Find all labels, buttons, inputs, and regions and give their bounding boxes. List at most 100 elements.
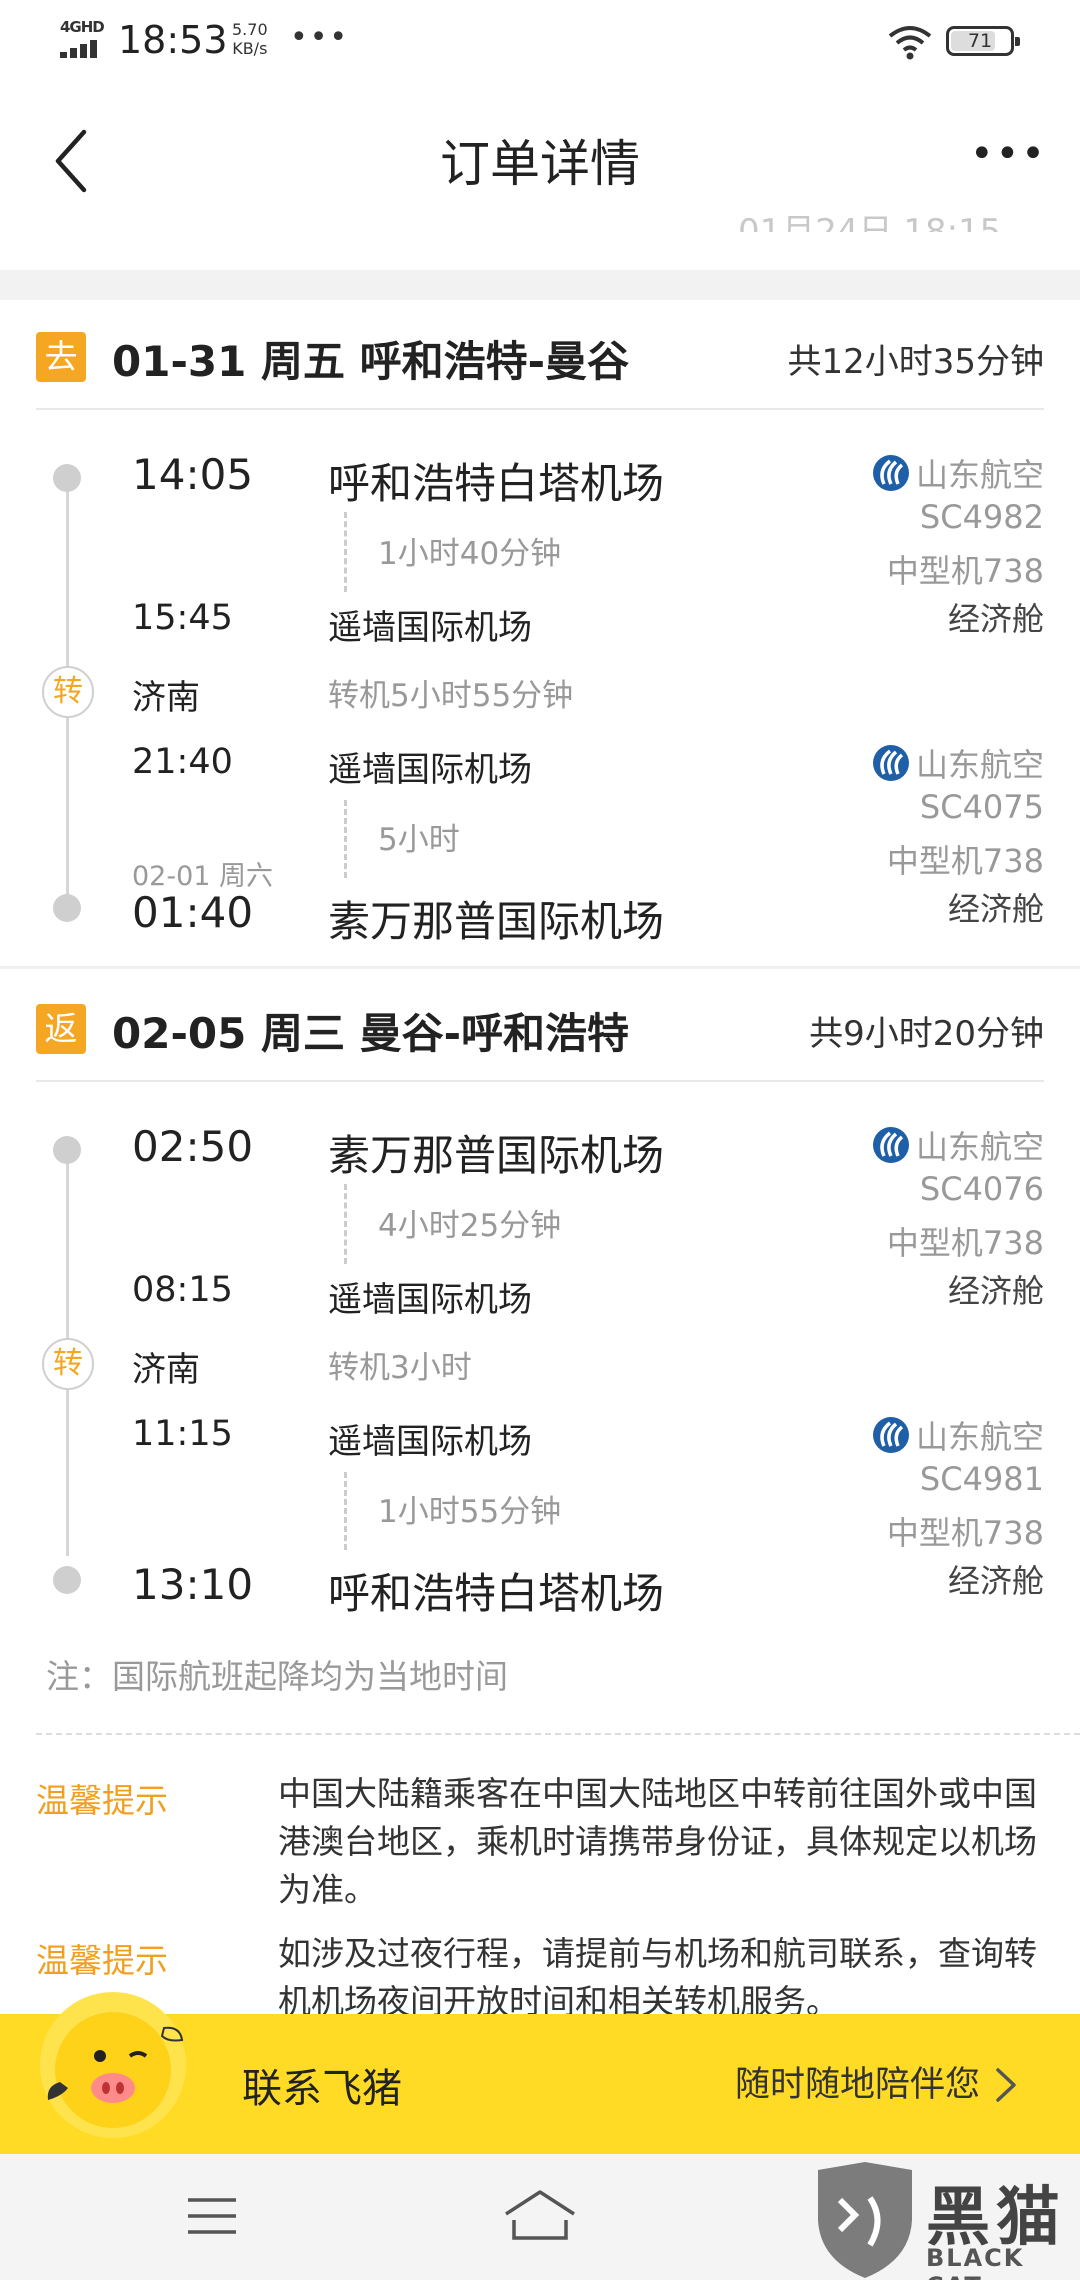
signal-icon: 4GHD xyxy=(58,18,108,58)
flight-dashed-line xyxy=(344,800,347,878)
contact-slogan: 随时随地陪伴您 xyxy=(734,2065,980,2105)
arrival-airport: 遥墙国际机场 xyxy=(328,1280,532,1320)
nav-header: 订单详情 ••• 01月24日 18:15 xyxy=(0,84,1080,232)
departure-airport: 呼和浩特白塔机场 xyxy=(328,459,665,508)
shandong-airlines-logo-icon xyxy=(872,1417,909,1453)
flight-number: SC4075 xyxy=(919,788,1044,826)
airline-info: 山东航空 xyxy=(872,740,1044,786)
battery-icon: 71 xyxy=(946,26,1020,56)
menu-icon[interactable] xyxy=(186,2194,238,2238)
timeline-dot xyxy=(53,1136,81,1164)
airline-info: 山东航空 xyxy=(872,450,1044,496)
flight-number: SC4076 xyxy=(919,1170,1044,1208)
aircraft-type: 中型机738 xyxy=(886,1224,1044,1262)
departure-time: 02:50 xyxy=(132,1122,254,1171)
timeline-dot xyxy=(53,894,81,922)
flight-dashed-line xyxy=(344,1184,347,1264)
transfer-icon: 转 xyxy=(42,1338,94,1390)
return-title: 02-05 周三 曼谷-呼和浩特 xyxy=(112,1009,630,1058)
flight-duration: 4小时25分钟 xyxy=(378,1208,562,1244)
departure-time: 14:05 xyxy=(132,450,254,499)
arrival-time: 01:40 xyxy=(132,888,254,937)
aircraft-type: 中型机738 xyxy=(886,1514,1044,1552)
transfer-icon: 转 xyxy=(42,666,94,718)
divider xyxy=(36,1080,1044,1082)
wifi-icon xyxy=(888,26,932,60)
arrival-time: 15:45 xyxy=(132,598,233,638)
home-icon[interactable] xyxy=(502,2188,578,2242)
local-time-note: 注：国际航班起降均为当地时间 xyxy=(46,1657,508,1696)
more-options-icon[interactable]: ••• xyxy=(970,134,1045,174)
divider xyxy=(36,408,1044,410)
segment-separator xyxy=(0,966,1080,969)
transfer-duration: 转机3小时 xyxy=(328,1350,472,1386)
timeline-dot xyxy=(53,464,81,492)
airline-name: 山东航空 xyxy=(915,1128,1044,1166)
status-bar: 4GHD 18:53 5.70 KB/s ••• 71 xyxy=(0,0,1080,84)
scrolled-timestamp: 01月24日 18:15 xyxy=(738,212,1002,232)
airline-name: 山东航空 xyxy=(915,1418,1044,1456)
cabin-class: 经济舱 xyxy=(947,600,1044,638)
flight-number: SC4982 xyxy=(919,498,1044,536)
cat-shield-icon xyxy=(818,2162,912,2278)
outbound-segment: 去 01-31 周五 呼和浩特-曼谷 共12小时35分钟 转 14:05 呼和浩… xyxy=(0,300,1080,970)
outbound-total-duration: 共12小时35分钟 xyxy=(787,342,1044,382)
airline-name: 山东航空 xyxy=(915,456,1044,494)
outbound-badge: 去 xyxy=(36,332,86,382)
departure-time: 11:15 xyxy=(132,1414,233,1454)
section-gap xyxy=(0,270,1080,300)
shandong-airlines-logo-icon xyxy=(872,1127,909,1163)
tip-label: 温馨提示 xyxy=(36,1941,168,1980)
departure-time: 21:40 xyxy=(132,742,233,782)
dashed-divider xyxy=(36,1733,1080,1735)
speed-unit: KB/s xyxy=(232,39,268,58)
tip-label: 温馨提示 xyxy=(36,1781,168,1820)
contact-label: 联系飞猪 xyxy=(242,2066,402,2112)
return-badge: 返 xyxy=(36,1004,86,1054)
return-header: 返 02-05 周三 曼谷-呼和浩特 共9小时20分钟 xyxy=(0,972,1080,1082)
arrival-time: 08:15 xyxy=(132,1270,233,1310)
flight-dashed-line xyxy=(344,512,347,592)
fliggy-pig-mascot-icon[interactable] xyxy=(38,1990,188,2140)
airline-info: 山东航空 xyxy=(872,1412,1044,1458)
speed-value: 5.70 xyxy=(232,20,268,39)
return-total-duration: 共9小时20分钟 xyxy=(809,1014,1044,1054)
network-type: 4GHD xyxy=(60,18,105,36)
transfer-city: 济南 xyxy=(132,678,200,718)
battery-level: 71 xyxy=(967,30,993,52)
arrival-airport: 呼和浩特白塔机场 xyxy=(328,1569,665,1618)
aircraft-type: 中型机738 xyxy=(886,842,1044,880)
aircraft-type: 中型机738 xyxy=(886,552,1044,590)
chevron-right-icon xyxy=(996,2068,1016,2102)
cabin-class: 经济舱 xyxy=(947,890,1044,928)
tip-text: 如涉及过夜行程，请提前与机场和航司联系，查询转机机场夜间开放时间和相关转机服务。 xyxy=(278,1934,1037,2021)
cabin-class: 经济舱 xyxy=(947,1562,1044,1600)
flight-duration: 1小时55分钟 xyxy=(378,1494,562,1530)
arrival-airport: 遥墙国际机场 xyxy=(328,608,532,648)
cabin-class: 经济舱 xyxy=(947,1272,1044,1310)
flight-duration: 1小时40分钟 xyxy=(378,536,562,572)
airline-name: 山东航空 xyxy=(915,746,1044,784)
status-more-icon: ••• xyxy=(290,20,350,55)
status-time: 18:53 xyxy=(118,18,228,62)
departure-airport: 遥墙国际机场 xyxy=(328,1422,532,1462)
outbound-title: 01-31 周五 呼和浩特-曼谷 xyxy=(112,337,630,386)
outbound-header: 去 01-31 周五 呼和浩特-曼谷 共12小时35分钟 xyxy=(0,300,1080,410)
flight-dashed-line xyxy=(344,1472,347,1550)
airline-info: 山东航空 xyxy=(872,1122,1044,1168)
return-segment: 返 02-05 周三 曼谷-呼和浩特 共9小时20分钟 转 02:50 素万那普… xyxy=(0,972,1080,1618)
watermark-subtext: BLACK CAT xyxy=(926,2244,1025,2280)
black-cat-watermark: 黑猫 BLACK CAT xyxy=(806,2160,1076,2280)
departure-airport: 遥墙国际机场 xyxy=(328,750,532,790)
shandong-airlines-logo-icon xyxy=(872,455,909,491)
tip-text: 中国大陆籍乘客在中国大陆地区中转前往国外或中国港澳台地区，乘机时请携带身份证，具… xyxy=(278,1774,1037,1909)
arrival-time: 13:10 xyxy=(132,1560,254,1609)
order-detail-page: 4GHD 18:53 5.70 KB/s ••• 71 订单详情 ••• 01月… xyxy=(0,0,1080,2280)
page-title: 订单详情 xyxy=(440,135,640,193)
network-speed: 5.70 KB/s xyxy=(232,20,268,58)
departure-airport: 素万那普国际机场 xyxy=(328,1131,665,1180)
transfer-duration: 转机5小时55分钟 xyxy=(328,678,574,714)
flight-number: SC4981 xyxy=(919,1460,1044,1498)
arrival-airport: 素万那普国际机场 xyxy=(328,897,665,946)
timeline-dot xyxy=(53,1566,81,1594)
